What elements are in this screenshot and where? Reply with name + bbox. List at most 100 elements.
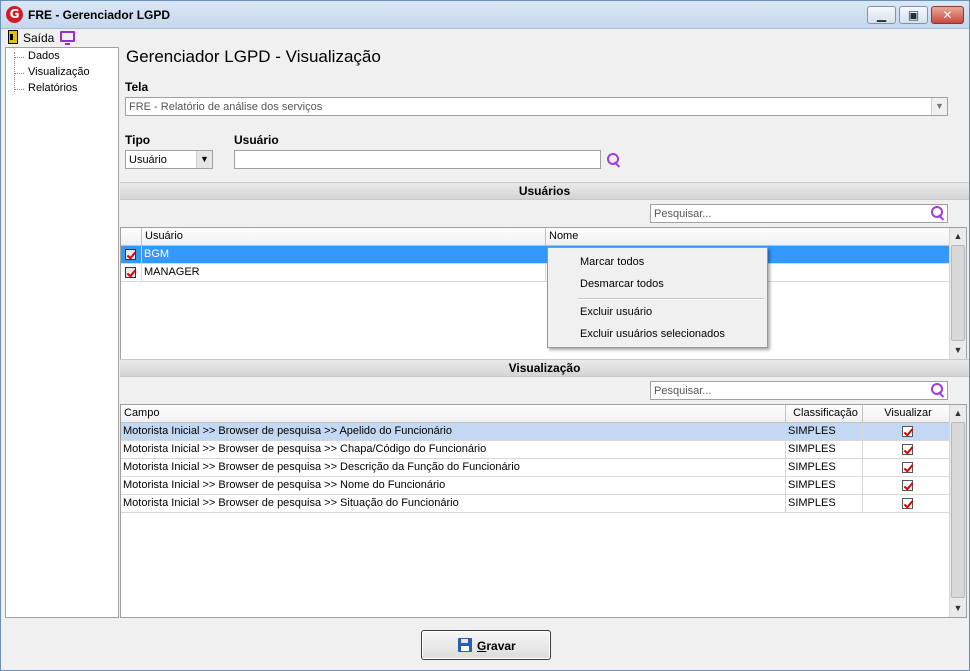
floppy-disk-icon — [458, 638, 472, 652]
column-header-nome[interactable]: Nome — [546, 228, 950, 246]
minimize-icon: ▁ — [876, 8, 887, 22]
scroll-down-icon[interactable]: ▼ — [950, 600, 966, 617]
classificacao-cell: SIMPLES — [786, 459, 863, 477]
scroll-down-icon[interactable]: ▼ — [950, 342, 966, 359]
maximize-button[interactable]: ▣ — [899, 6, 928, 24]
table-row[interactable]: MANAGER — [121, 264, 950, 282]
usuarios-section-header: Usuários — [120, 182, 969, 200]
scroll-thumb[interactable] — [951, 422, 965, 598]
tree-item-visualizacao[interactable]: Visualização — [14, 66, 90, 80]
app-window: G FRE - Gerenciador LGPD ▁ ▣ ✕ Saída Dad… — [0, 0, 970, 671]
tree-item-dados[interactable]: Dados — [14, 50, 60, 64]
usuario-cell: BGM — [144, 248, 170, 260]
title-bar[interactable]: G FRE - Gerenciador LGPD ▁ ▣ ✕ — [1, 1, 969, 29]
screen-icon[interactable] — [60, 31, 75, 45]
gravar-button[interactable]: Gravar — [421, 630, 551, 660]
menu-bar: Saída — [2, 29, 970, 47]
column-header-classificacao[interactable]: Classificação — [786, 405, 863, 423]
menu-item-excluir-usuario[interactable]: Excluir usuário — [580, 306, 652, 318]
tree-item-relatorios[interactable]: Relatórios — [14, 82, 78, 96]
row-checkbox[interactable] — [125, 248, 136, 260]
page-title: Gerenciador LGPD - Visualização — [126, 47, 381, 66]
visualizacao-grid: Campo Classificação Visualizar Motorista… — [120, 404, 967, 618]
visualizar-cell — [863, 441, 950, 459]
visualizar-cell — [863, 495, 950, 513]
column-header-usuario[interactable]: Usuário — [142, 228, 546, 246]
tela-select-value: FRE - Relatório de análise dos serviços — [129, 101, 323, 113]
scroll-up-icon[interactable]: ▲ — [950, 405, 966, 422]
visualizacao-section-header: Visualização — [120, 359, 969, 377]
usuarios-scrollbar[interactable]: ▲ ▼ — [949, 228, 966, 359]
tipo-select-value: Usuário — [129, 154, 167, 166]
chevron-down-icon[interactable]: ▼ — [931, 98, 947, 115]
visualizacao-search-box — [650, 381, 948, 400]
search-icon[interactable] — [930, 205, 946, 221]
tipo-select[interactable]: Usuário ▼ — [125, 150, 213, 169]
visualizar-checkbox[interactable] — [902, 425, 913, 437]
tipo-label: Tipo — [125, 133, 151, 147]
visualizar-checkbox[interactable] — [902, 461, 913, 473]
minimize-button[interactable]: ▁ — [867, 6, 896, 24]
visualizar-checkbox[interactable] — [902, 497, 913, 509]
table-row[interactable]: BGM — [121, 246, 950, 264]
gravar-button-label: Gravar — [477, 639, 516, 653]
search-icon[interactable] — [606, 152, 622, 168]
usuario-input[interactable] — [235, 151, 600, 168]
menu-separator — [578, 298, 764, 300]
tela-label: Tela — [125, 80, 149, 94]
usuario-cell: MANAGER — [142, 264, 546, 282]
classificacao-cell: SIMPLES — [786, 477, 863, 495]
column-header-visualizar[interactable]: Visualizar — [863, 405, 950, 423]
visualizar-cell — [863, 423, 950, 441]
gravar-access-key: G — [477, 639, 487, 653]
exit-door-icon[interactable] — [8, 30, 18, 44]
table-row[interactable]: Motorista Inicial >> Browser de pesquisa… — [121, 423, 950, 441]
campo-cell: Motorista Inicial >> Browser de pesquisa… — [121, 423, 786, 441]
tela-select[interactable]: FRE - Relatório de análise dos serviços … — [125, 97, 948, 116]
usuarios-search-box — [650, 204, 948, 223]
window-title: FRE - Gerenciador LGPD — [28, 8, 171, 22]
chevron-down-icon[interactable]: ▼ — [196, 151, 212, 168]
visualizacao-scrollbar[interactable]: ▲ ▼ — [949, 405, 966, 617]
usuarios-search-input[interactable] — [651, 205, 947, 222]
campo-cell: Motorista Inicial >> Browser de pesquisa… — [121, 459, 786, 477]
classificacao-cell: SIMPLES — [786, 423, 863, 441]
scroll-thumb[interactable] — [951, 245, 965, 341]
campo-cell: Motorista Inicial >> Browser de pesquisa… — [121, 441, 786, 459]
usuarios-grid-header: Usuário Nome — [121, 228, 950, 246]
classificacao-cell: SIMPLES — [786, 495, 863, 513]
column-header-campo[interactable]: Campo — [121, 405, 786, 423]
header-checkbox-column[interactable] — [121, 228, 142, 246]
visualizar-cell — [863, 459, 950, 477]
visualizacao-search-input[interactable] — [651, 382, 947, 399]
usuario-input-box — [234, 150, 601, 169]
table-row[interactable]: Motorista Inicial >> Browser de pesquisa… — [121, 441, 950, 459]
close-button[interactable]: ✕ — [931, 6, 964, 24]
table-row[interactable]: Motorista Inicial >> Browser de pesquisa… — [121, 459, 950, 477]
usuarios-grid: Usuário Nome BGM MANAGER ▲ ▼ — [120, 227, 967, 360]
table-row[interactable]: Motorista Inicial >> Browser de pesquisa… — [121, 477, 950, 495]
exit-menu-item[interactable]: Saída — [23, 31, 54, 45]
visualizar-cell — [863, 477, 950, 495]
close-icon: ✕ — [942, 8, 953, 22]
scroll-up-icon[interactable]: ▲ — [950, 228, 966, 245]
search-icon[interactable] — [930, 382, 946, 398]
table-row[interactable]: Motorista Inicial >> Browser de pesquisa… — [121, 495, 950, 513]
navigation-tree: Dados Visualização Relatórios — [5, 47, 119, 618]
app-logo-icon: G — [6, 6, 23, 23]
gravar-label-rest: ravar — [486, 639, 516, 653]
visualizar-checkbox[interactable] — [902, 479, 913, 491]
row-checkbox-cell — [121, 264, 142, 282]
visualizar-checkbox[interactable] — [902, 443, 913, 455]
usuario-label: Usuário — [234, 133, 279, 147]
menu-item-desmarcar-todos[interactable]: Desmarcar todos — [580, 278, 664, 290]
visualizacao-grid-header: Campo Classificação Visualizar — [121, 405, 950, 423]
row-checkbox[interactable] — [125, 266, 136, 278]
menu-item-marcar-todos[interactable]: Marcar todos — [580, 256, 644, 268]
context-menu: Marcar todos Desmarcar todos Excluir usu… — [547, 247, 768, 348]
row-checkbox-cell — [121, 246, 142, 264]
classificacao-cell: SIMPLES — [786, 441, 863, 459]
maximize-icon: ▣ — [907, 8, 920, 22]
menu-item-excluir-selecionados[interactable]: Excluir usuários selecionados — [580, 328, 725, 340]
campo-cell: Motorista Inicial >> Browser de pesquisa… — [121, 477, 786, 495]
